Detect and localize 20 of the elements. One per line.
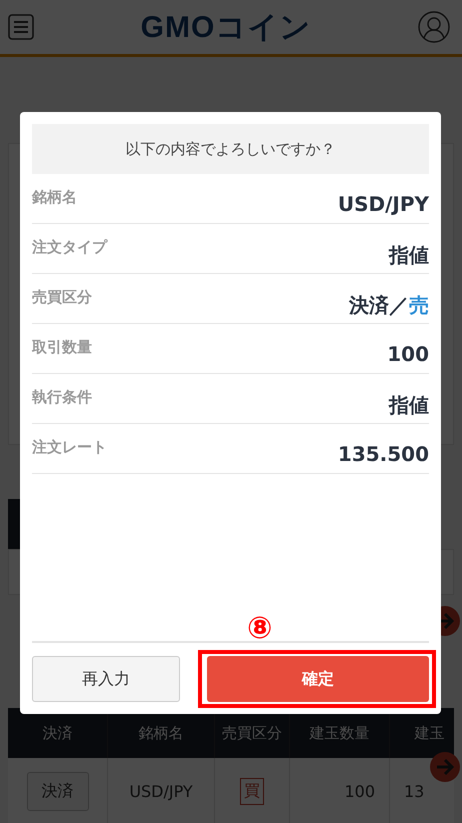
field-label: 取引数量 bbox=[32, 338, 92, 357]
field-value: 指値 bbox=[389, 392, 429, 419]
field-value: 100 bbox=[387, 342, 429, 366]
field-value: 135.500 bbox=[338, 442, 429, 466]
field-value: 決済／売 bbox=[349, 292, 429, 319]
field-label: 注文レート bbox=[32, 438, 107, 457]
dialog-message: 以下の内容でよろしいですか？ bbox=[32, 124, 429, 174]
field-value: USD/JPY bbox=[338, 192, 429, 216]
step-number: ⑧ bbox=[247, 612, 272, 646]
table-cell: 100 bbox=[290, 758, 390, 823]
field-label: 執行条件 bbox=[32, 388, 92, 407]
field-value: 指値 bbox=[389, 242, 429, 269]
logo: GMOコイン bbox=[140, 10, 312, 46]
confirm-button[interactable]: 確定 bbox=[207, 656, 429, 702]
field-label: 銘柄名 bbox=[32, 188, 77, 207]
reenter-button[interactable]: 再入力 bbox=[32, 656, 180, 702]
field-label: 売買区分 bbox=[32, 288, 92, 307]
table-cell: 13 bbox=[390, 758, 462, 823]
field-label: 注文タイプ bbox=[32, 238, 107, 257]
table-cell: USD/JPY bbox=[108, 758, 215, 823]
